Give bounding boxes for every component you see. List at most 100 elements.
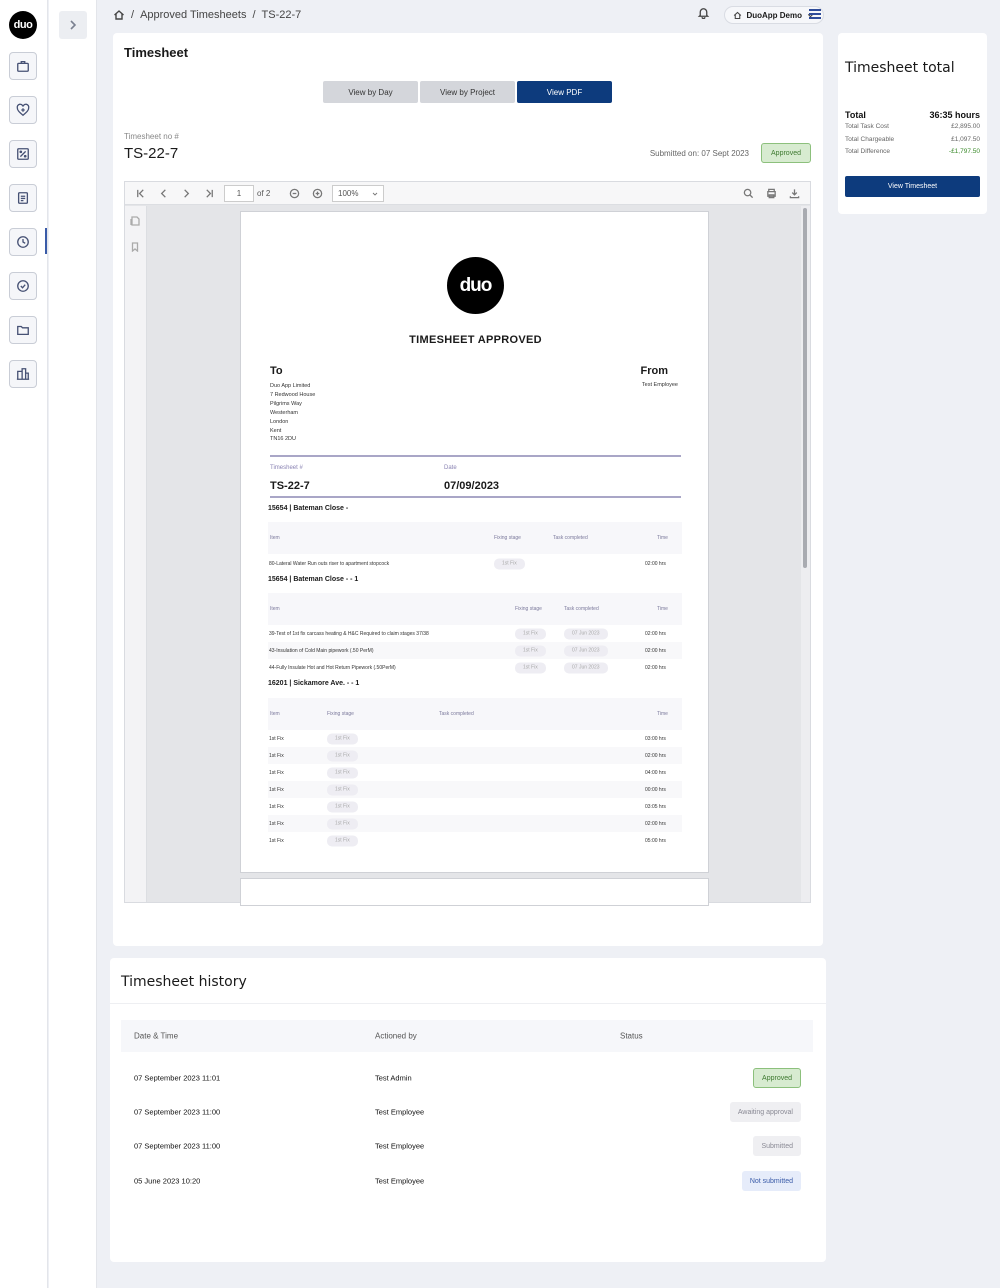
from-name: Test Employee	[641, 382, 678, 388]
last-page-icon	[206, 189, 213, 198]
document-heading: TIMESHEET APPROVED	[409, 334, 542, 346]
document-icon	[17, 192, 29, 204]
timesheet-total-card: Timesheet total Total 36:35 hours Total T…	[838, 33, 987, 214]
prev-page-button[interactable]	[158, 188, 169, 199]
document-timesheet-number: TS-22-7	[270, 480, 310, 492]
breadcrumb: / Approved Timesheets / TS-22-7	[113, 9, 301, 21]
page-number-input[interactable]: 1	[224, 185, 254, 202]
zoom-in-icon	[312, 188, 323, 199]
zoom-out-button[interactable]	[289, 188, 300, 199]
first-page-button[interactable]	[135, 188, 146, 199]
table-row: 1st Fix 1st Fix 02:00 hrs	[268, 815, 682, 832]
table-row: 1st Fix 1st Fix 04:00 hrs	[268, 764, 682, 781]
home-icon[interactable]	[113, 9, 125, 21]
building-icon	[16, 368, 30, 380]
heart-plus-icon	[16, 103, 30, 117]
pdf-page: duo TIMESHEET APPROVED To From Duo App L…	[240, 211, 709, 873]
document-date: 07/09/2023	[444, 480, 500, 492]
section-title: 15654 | Bateman Close -	[268, 505, 349, 512]
totals-title: Timesheet total	[845, 60, 955, 76]
sidebar-item-documents[interactable]	[9, 184, 37, 212]
breadcrumb-separator: /	[131, 9, 135, 21]
menu-icon[interactable]	[809, 9, 821, 21]
breadcrumb-current: TS-22-7	[261, 9, 302, 21]
notifications-button[interactable]	[697, 6, 710, 24]
status-badge: Approved	[761, 143, 811, 163]
status-badge: Awaiting approval	[729, 1102, 801, 1122]
tab-view-by-day[interactable]: View by Day	[323, 81, 418, 103]
pdf-scrollbar[interactable]	[801, 206, 810, 902]
to-heading: To	[270, 365, 283, 377]
tab-view-pdf[interactable]: View PDF	[517, 81, 612, 103]
secondary-panel	[49, 0, 97, 1288]
table-row: 80-Lateral Water Run outs riser to apart…	[268, 555, 682, 572]
table-header: Item Fixing stage Task completed Time	[268, 522, 682, 554]
page-title: Timesheet	[124, 45, 189, 60]
table-row: 07 September 2023 11:00 Test Employee Aw…	[121, 1097, 813, 1127]
table-row: 1st Fix 1st Fix 03:00 hrs	[268, 730, 682, 747]
history-table-header: Date & Time Actioned by Status	[121, 1020, 813, 1052]
breadcrumb-approved-timesheets[interactable]: Approved Timesheets	[140, 9, 246, 21]
percent-icon	[17, 148, 29, 160]
total-row: Total 36:35 hours	[845, 110, 980, 120]
status-badge: Approved	[753, 1068, 801, 1088]
zoom-out-icon	[289, 188, 300, 199]
section-title: 16201 | Sickamore Ave. - - 1	[268, 680, 360, 687]
pdf-toolbar: 1 of 2 100%	[125, 182, 810, 205]
zoom-select[interactable]: 100%	[332, 185, 384, 202]
pdf-viewer: 1 of 2 100% duo TIMESHEET APPROVED To Fr…	[124, 181, 811, 906]
document-logo: duo	[447, 257, 504, 314]
divider	[110, 1003, 826, 1004]
clock-icon	[17, 236, 29, 248]
view-timesheet-button[interactable]: View Timesheet	[845, 176, 980, 197]
table-row: 05 June 2023 10:20 Test Employee Not sub…	[121, 1166, 813, 1196]
next-page-button[interactable]	[181, 188, 192, 199]
account-name: DuoApp Demo	[746, 10, 802, 20]
table-row: 07 September 2023 11:00 Test Employee Su…	[121, 1131, 813, 1161]
left-rail: duo	[0, 0, 48, 1288]
sidebar-item-approvals[interactable]	[9, 272, 37, 300]
sidebar-item-jobs[interactable]	[9, 52, 37, 80]
zoom-in-button[interactable]	[312, 188, 323, 199]
home-icon	[734, 11, 742, 19]
scrollbar-thumb[interactable]	[803, 208, 807, 568]
task-cost-row: Total Task Cost £2,895.00	[845, 123, 980, 130]
expand-sidebar-button[interactable]	[59, 11, 87, 39]
sidebar-item-health[interactable]	[9, 96, 37, 124]
chevron-right-icon	[70, 20, 77, 30]
difference-row: Total Difference -£1,797.50	[845, 148, 980, 155]
download-button[interactable]	[789, 188, 800, 199]
sidebar-item-folders[interactable]	[9, 316, 37, 344]
date-label: Date	[444, 465, 457, 471]
search-button[interactable]	[743, 188, 754, 199]
download-icon	[789, 189, 800, 199]
view-tabs: View by Day View by Project View PDF	[323, 81, 612, 103]
table-row: 44-Fully Insulate Hot and Hot Return Pip…	[268, 659, 682, 676]
history-title: Timesheet history	[121, 974, 247, 990]
chargeable-row: Total Chargeable £1,097.50	[845, 136, 980, 143]
active-indicator	[45, 228, 47, 254]
table-row: 1st Fix 1st Fix 02:00 hrs	[268, 747, 682, 764]
table-row: 39-Test of 1st fix carcass heating & H&C…	[268, 625, 682, 642]
timesheet-number: TS-22-7	[124, 145, 179, 162]
sidebar-item-rates[interactable]	[9, 140, 37, 168]
bookmark-icon[interactable]	[130, 242, 140, 252]
app-logo[interactable]: duo	[9, 11, 37, 39]
check-circle-icon	[17, 280, 29, 292]
top-actions: DuoApp Demo	[697, 6, 824, 24]
briefcase-icon	[17, 60, 29, 72]
thumbnails-icon[interactable]	[130, 216, 140, 226]
table-row: 43-Insulation of Cold Main pipework (.50…	[268, 642, 682, 659]
status-badge: Submitted	[753, 1136, 801, 1156]
breadcrumb-separator: /	[252, 9, 256, 21]
timesheet-number-label: Timesheet no #	[124, 132, 179, 141]
table-row: 1st Fix 1st Fix 00:00 hrs	[268, 781, 682, 798]
sidebar-item-timesheets[interactable]	[9, 228, 37, 256]
tab-view-by-project[interactable]: View by Project	[420, 81, 515, 103]
chevron-down-icon	[372, 192, 378, 196]
last-page-button[interactable]	[204, 188, 215, 199]
print-button[interactable]	[766, 188, 777, 199]
chevron-right-icon	[184, 189, 190, 198]
sidebar-item-buildings[interactable]	[9, 360, 37, 388]
print-icon	[767, 188, 776, 199]
